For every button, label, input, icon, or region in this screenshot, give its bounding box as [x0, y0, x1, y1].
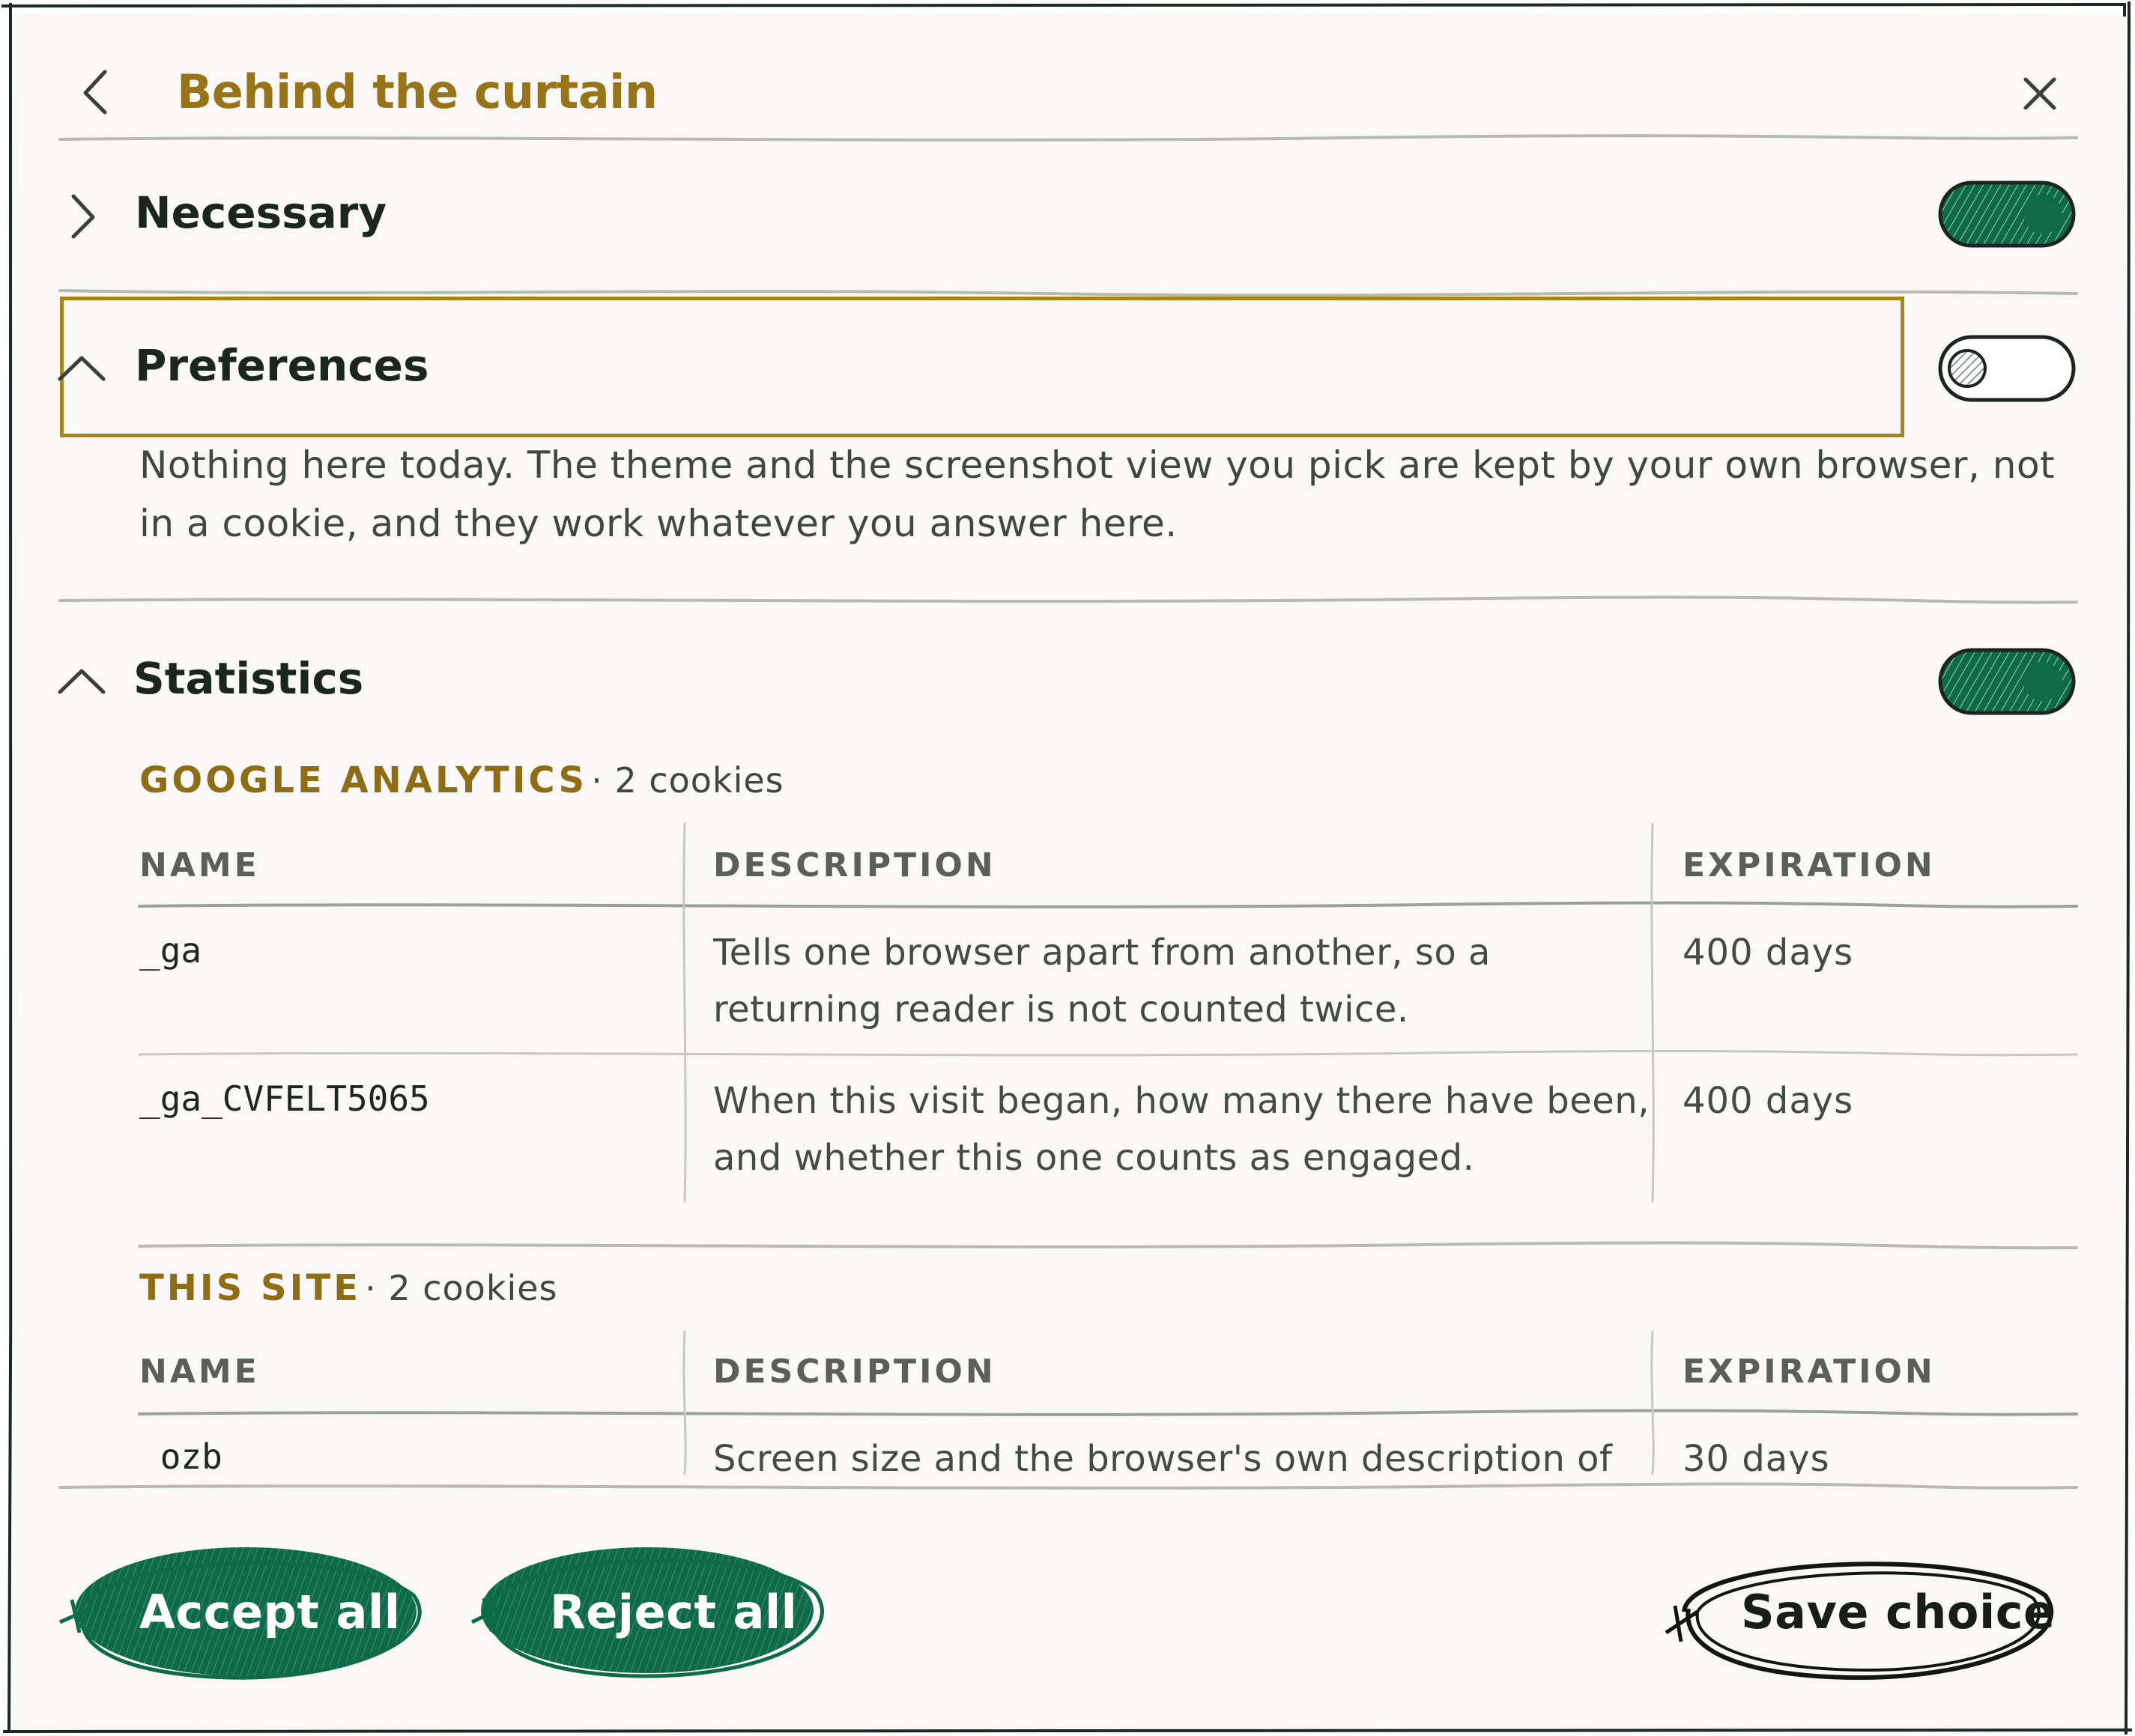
accept-all-button[interactable]: Accept all [57, 1528, 431, 1693]
cookie-group-name: GOOGLE ANALYTICS [139, 759, 588, 801]
column-header-description: DESCRIPTION [713, 846, 996, 884]
cookie-group-count: · 2 cookies [365, 1268, 558, 1308]
cookie-description-line: Tells one browser apart from another, so… [713, 932, 1491, 974]
cookie-name: _ga [139, 930, 202, 971]
cookie-list-scroll-area[interactable]: GOOGLE ANALYTICS · 2 cookies NAME DESCRI… [0, 0, 2135, 1474]
cookie-group-header: THIS SITE · 2 cookies [139, 1267, 558, 1309]
reject-all-label: Reject all [550, 1585, 798, 1639]
save-choice-button[interactable]: Save choice [1659, 1528, 2078, 1693]
cookie-expiration: 400 days [1683, 932, 1854, 974]
cookie-description-line: and whether this one counts as engaged. [713, 1137, 1475, 1179]
reject-all-button[interactable]: Reject all [467, 1528, 842, 1693]
column-header-expiration: EXPIRATION [1683, 846, 1936, 884]
column-header-expiration: EXPIRATION [1683, 1353, 1936, 1391]
cookie-expiration: 30 days [1683, 1438, 1830, 1474]
cookie-description-line: When this visit began, how many there ha… [713, 1080, 1650, 1122]
cookie-name: _ozb [139, 1436, 222, 1474]
cookie-description-line: Screen size and the browser's own descri… [713, 1438, 1613, 1474]
cookie-expiration: 400 days [1683, 1080, 1854, 1122]
cookie-group-header: GOOGLE ANALYTICS · 2 cookies [139, 759, 784, 801]
save-choice-label: Save choice [1741, 1585, 2056, 1639]
column-header-name: NAME [139, 1353, 260, 1391]
cookie-name: _ga_CVFELT5065 [139, 1078, 430, 1119]
cookie-group-count: · 2 cookies [591, 760, 784, 801]
cookie-description-line: returning reader is not counted twice. [713, 989, 1409, 1031]
column-header-description: DESCRIPTION [713, 1353, 996, 1391]
accept-all-label: Accept all [139, 1585, 401, 1639]
cookie-group-name: THIS SITE [139, 1267, 362, 1309]
column-header-name: NAME [139, 846, 260, 884]
